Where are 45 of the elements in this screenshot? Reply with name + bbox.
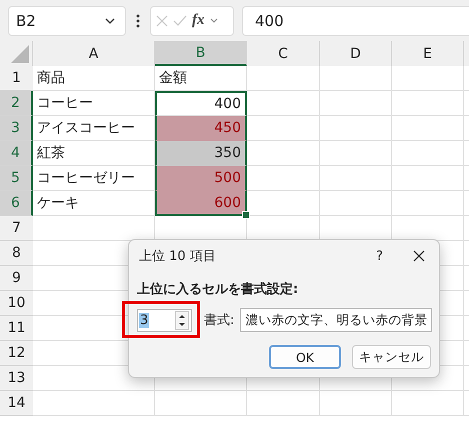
table-cell: 金額 [159, 69, 187, 87]
dialog-button[interactable]: OK [269, 345, 341, 369]
spin-arrows-icon[interactable] [175, 310, 189, 330]
dialog-button[interactable]: キャンセル [352, 345, 431, 369]
row-header[interactable]: 9 [0, 266, 33, 291]
table-cell: 400 [214, 96, 241, 112]
table-cell: コーヒーゼリー [37, 169, 135, 187]
fill-handle[interactable] [242, 211, 250, 219]
row-header[interactable]: 7 [0, 216, 33, 241]
format-label: 書式: [204, 312, 234, 329]
dialog-title: 上位 10 項目 [139, 248, 217, 265]
row-header[interactable]: 1 [0, 66, 33, 91]
close-icon[interactable] [413, 250, 425, 262]
more-icon[interactable] [136, 14, 140, 28]
table-cell: 350 [214, 145, 241, 161]
table-cell: 600 [214, 194, 241, 210]
spin-field[interactable]: 3 [137, 308, 192, 332]
help-button[interactable]: ? [376, 248, 383, 264]
table-cell: ケーキ [37, 194, 79, 212]
table-cell: アイスコーヒー [37, 119, 135, 137]
table-cell: 紅茶 [37, 144, 65, 162]
name-box[interactable]: B2 [8, 6, 126, 36]
row-header[interactable]: 4 [0, 141, 33, 166]
format-dropdown[interactable]: 濃い赤の文字、明るい赤の背景 [240, 308, 432, 332]
chevron-down-icon [105, 18, 115, 24]
row-header[interactable]: 12 [0, 341, 33, 366]
row-header[interactable]: 6 [0, 191, 33, 216]
table-cell: 500 [214, 170, 241, 186]
table-cell: 商品 [37, 69, 65, 87]
table-cell: コーヒー [37, 94, 93, 112]
row-header[interactable]: 2 [0, 91, 33, 116]
table-cell: 450 [214, 120, 241, 136]
prompt-label: 上位に入るセルを書式設定: [136, 280, 300, 298]
insert-function-button[interactable]: fx [192, 12, 204, 29]
row-header[interactable]: 13 [0, 366, 33, 391]
row-header[interactable]: 11 [0, 316, 33, 341]
row-header[interactable]: 3 [0, 116, 33, 141]
row-header[interactable]: 8 [0, 241, 33, 266]
check-icon[interactable] [173, 15, 187, 26]
row-header[interactable]: 10 [0, 291, 33, 316]
chevron-down-icon[interactable] [210, 18, 218, 23]
row-header[interactable]: 5 [0, 166, 33, 191]
row-header[interactable]: 14 [0, 391, 33, 416]
formula-field[interactable]: 400 [242, 6, 469, 36]
column-header[interactable]: B [155, 41, 247, 66]
